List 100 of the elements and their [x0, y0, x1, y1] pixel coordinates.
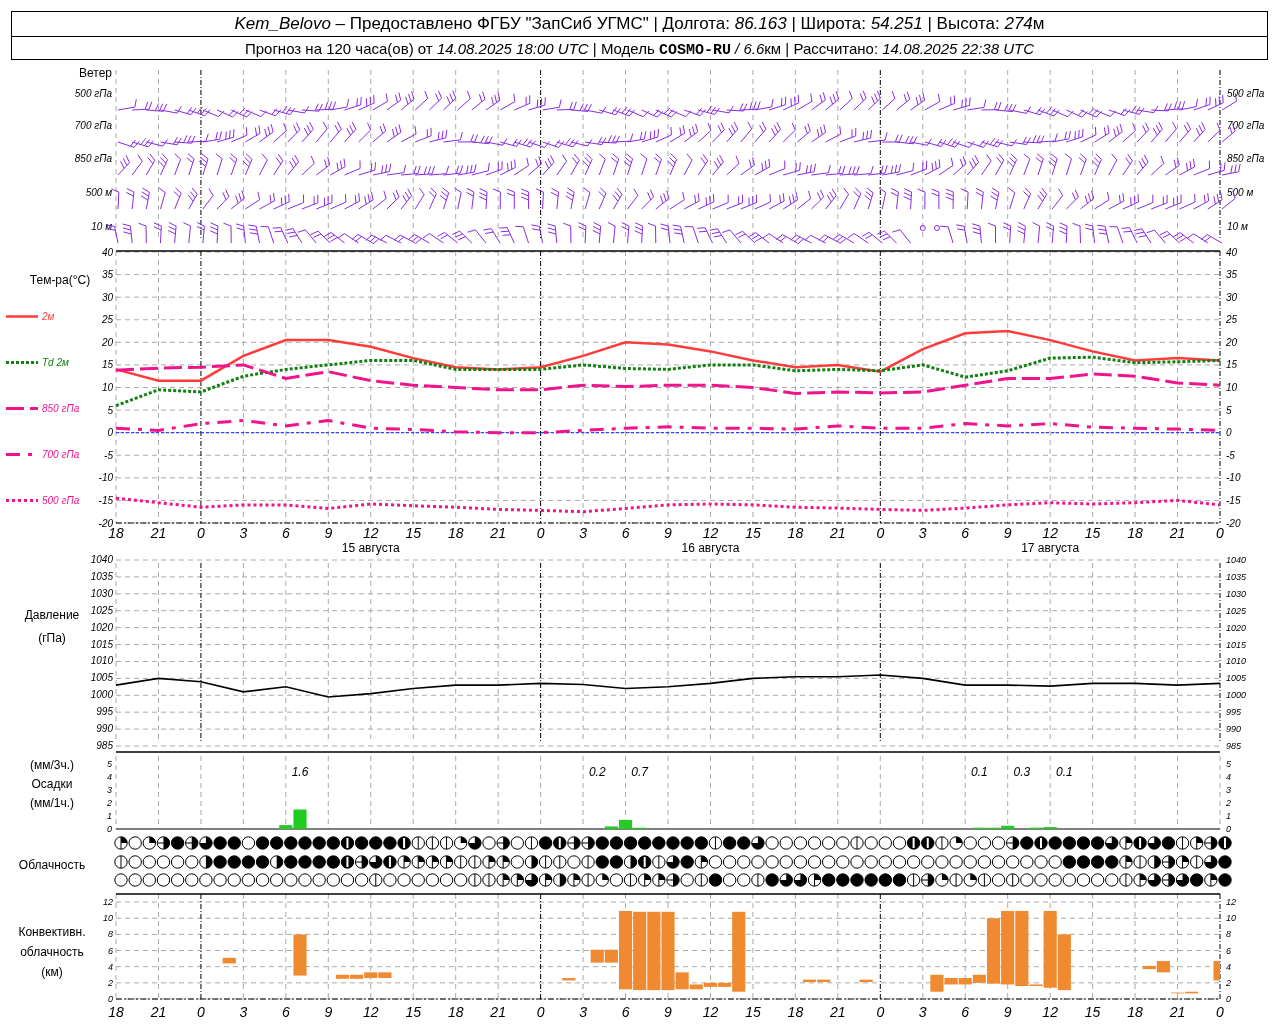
axis-tick-label: 0: [1226, 824, 1231, 834]
axis-tick-label: 18: [1127, 525, 1143, 541]
axis-tick-label: 0: [1226, 994, 1231, 1004]
axis-tick-label: -5: [104, 449, 113, 461]
station-title: Kem_Belovo – Предоставлено ФГБУ "ЗапСиб УГМС" | Долгота: 86.163 | Широта: 54.251 | Высота: 274м: [12, 12, 1267, 37]
axis-tick-label: 9: [1003, 525, 1012, 541]
axis-tick-label: 3: [918, 1004, 927, 1020]
axis-unit: (гПа): [38, 631, 66, 645]
axis-tick-label: 12: [1042, 1004, 1058, 1020]
axis-tick-label: 990: [1226, 724, 1242, 735]
axis-tick-label: 12: [702, 1004, 719, 1020]
axis-tick-label: -20: [98, 517, 113, 529]
axis-tick-label: 12: [363, 1004, 379, 1020]
level-label: 500 м: [1227, 187, 1254, 198]
axis-tick-label: 3: [1226, 785, 1231, 795]
axis-tick-label: 15: [405, 525, 421, 541]
axis-tick-label: 4: [107, 772, 112, 782]
axis-tick-label: 15: [745, 1004, 761, 1020]
axis-tick-label: 21: [490, 525, 506, 541]
axis-tick-label: 2: [107, 798, 112, 808]
axis-title: Ветер: [79, 66, 112, 80]
axis-tick-label: 985: [1226, 741, 1242, 751]
axis-tick-label: 0: [107, 427, 113, 439]
axis-title: (мм/3ч.): [29, 758, 75, 772]
axis-title: Облачность: [18, 858, 86, 872]
level-label: 850 гПа: [74, 153, 112, 164]
axis-tick-label: 4: [1226, 961, 1231, 972]
axis-tick-label: 1030: [1226, 588, 1247, 599]
axis-tick-label: 21: [1169, 1004, 1186, 1020]
axis-tick-label: 5: [1226, 404, 1232, 416]
axis-tick-label: 9: [664, 525, 672, 541]
axis-tick-label: 21: [1169, 525, 1186, 541]
forecast-info: Прогноз на 120 часа(ов) от 14.08.2025 18:00 UTC | Модель COSMO-RU / 6.6км | Рассчитано: 14.08.2025 22:38 UTC: [243, 39, 1036, 61]
level-label: 850 гПа: [1227, 153, 1265, 164]
axis-tick-label: 2: [1226, 977, 1231, 988]
axis-tick-label: -20: [1226, 517, 1241, 529]
axis-tick-label: 1015: [90, 638, 113, 650]
axis-tick-label: 10: [1226, 913, 1236, 924]
axis-tick-label: 995: [96, 706, 113, 718]
level-label: 500 гПа: [1227, 88, 1265, 99]
axis-tick-label: 0: [1216, 1004, 1224, 1020]
axis-tick-label: -15: [1226, 494, 1241, 506]
axis-tick-label: 1015: [1226, 639, 1247, 650]
axis-tick-label: 6: [961, 525, 970, 541]
axis-tick-label: 3: [579, 525, 587, 541]
axis-tick-label: 0: [536, 525, 545, 541]
axis-tick-label: 1020: [1226, 622, 1247, 633]
axis-tick-label: 21: [830, 1004, 846, 1020]
axis-tick-label: 9: [324, 525, 333, 541]
axis-tick-label: 21: [490, 1004, 506, 1020]
axis-tick-label: 15: [745, 525, 761, 541]
legend-label: Td 2м: [42, 357, 69, 368]
axis-tick-label: 8: [1226, 929, 1231, 940]
level-label: 700 гПа: [74, 120, 112, 131]
value-label: 0.7: [631, 765, 649, 779]
axis-tick-label: 6: [108, 945, 113, 956]
axis-title: Осадки: [31, 777, 73, 791]
value-label: 0.1: [971, 765, 988, 779]
axis-tick-label: 18: [787, 1004, 804, 1020]
axis-tick-label: 6: [621, 1004, 630, 1020]
axis-title: Конвективн.: [18, 925, 86, 939]
axis-tick-label: 995: [1226, 707, 1242, 718]
axis-tick-label: 0: [876, 1004, 885, 1020]
axis-tick-label: 10: [1226, 382, 1238, 393]
axis-tick-label: 0: [107, 824, 112, 834]
level-label: 10 м: [1227, 221, 1248, 232]
value-label: 0.3: [1013, 765, 1031, 779]
axis-tick-label: 5: [107, 759, 112, 769]
axis-tick-label: 10: [101, 382, 113, 393]
axis-tick-label: 5: [107, 404, 113, 416]
axis-tick-label: 990: [96, 723, 113, 735]
axis-tick-label: 0: [108, 994, 113, 1004]
axis-tick-label: 1025: [1226, 605, 1247, 616]
axis-tick-label: 3: [239, 1004, 248, 1020]
axis-title: Давление: [24, 608, 80, 622]
axis-tick-label: 1000: [90, 689, 113, 701]
axis-tick-label: 12: [1226, 897, 1236, 908]
axis-tick-label: 12: [363, 525, 379, 541]
axis-tick-label: 1030: [90, 587, 113, 599]
axis-tick-label: 2: [108, 977, 113, 988]
axis-tick-label: 12: [1042, 525, 1058, 541]
axis-tick-label: 18: [447, 1004, 464, 1020]
axis-tick-label: 0: [197, 525, 205, 541]
axis-tick-label: -10: [98, 472, 113, 484]
axis-tick-label: 3: [239, 525, 248, 541]
axis-tick-label: 9: [324, 1004, 333, 1020]
axis-tick-label: 1010: [90, 655, 113, 667]
axis-tick-label: 18: [1127, 1004, 1143, 1020]
legend-label: 700 гПа: [42, 449, 80, 460]
axis-tick-label: 18: [108, 1004, 124, 1020]
axis-tick-label: 9: [1003, 1004, 1012, 1020]
value-label: 0.1: [1055, 765, 1073, 779]
axis-tick-label: 0: [1216, 525, 1224, 541]
axis-tick-label: 15: [101, 359, 113, 371]
axis-tick-label: 2: [1226, 798, 1231, 808]
axis-tick-label: 1005: [90, 672, 113, 684]
axis-title: Тем-ра(°С): [29, 273, 91, 287]
axis-tick-label: 1: [1226, 811, 1231, 821]
axis-tick-label: -10: [1226, 472, 1241, 484]
date-label: 15 августа: [341, 541, 400, 555]
